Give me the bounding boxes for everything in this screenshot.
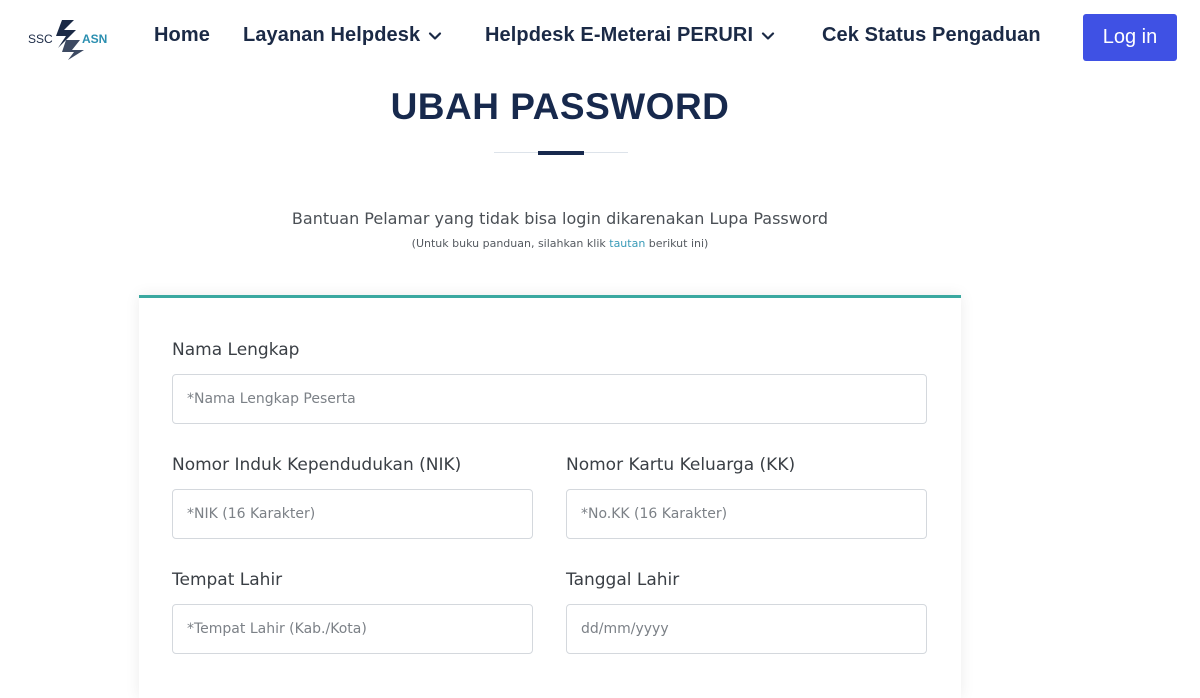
tanggal-lahir-label: Tanggal Lahir bbox=[566, 570, 680, 590]
kk-input[interactable] bbox=[566, 489, 927, 539]
tempat-lahir-label: Tempat Lahir bbox=[172, 570, 283, 590]
guide-note-suffix: berikut ini) bbox=[645, 237, 709, 250]
navbar: SSC ASN Home Layanan Helpdesk Helpdesk E… bbox=[0, 0, 1200, 78]
chevron-down-icon bbox=[429, 31, 442, 40]
logo-mark-icon: SSC ASN bbox=[28, 20, 107, 60]
guide-link[interactable]: tautan bbox=[609, 237, 645, 250]
reset-password-form: Nama Lengkap Nomor Induk Kependudukan (N… bbox=[139, 295, 961, 698]
title-divider bbox=[494, 151, 628, 155]
guide-note: (Untuk buku panduan, silahkan klik tauta… bbox=[0, 237, 1120, 250]
nav-layanan-label: Layanan Helpdesk bbox=[243, 24, 421, 46]
nav-meterai-label: Helpdesk E-Meterai PERURI bbox=[485, 24, 754, 46]
tempat-lahir-input[interactable] bbox=[172, 604, 533, 654]
nama-lengkap-input[interactable] bbox=[172, 374, 927, 424]
logo-text-right: ASN bbox=[82, 32, 107, 46]
tanggal-lahir-input[interactable] bbox=[566, 604, 927, 654]
sscasn-logo[interactable]: SSC ASN bbox=[28, 16, 110, 60]
logo-text-left: SSC bbox=[28, 32, 53, 46]
guide-note-prefix: (Untuk buku panduan, silahkan klik bbox=[411, 237, 610, 250]
nav-cek-status-pengaduan[interactable]: Cek Status Pengaduan bbox=[822, 24, 1041, 47]
login-button[interactable]: Log in bbox=[1083, 14, 1177, 61]
nav-cek-label: Cek Status Pengaduan bbox=[822, 24, 1041, 46]
nav-home[interactable]: Home bbox=[154, 24, 210, 47]
nav-helpdesk-emeterai[interactable]: Helpdesk E-Meterai PERURI bbox=[485, 24, 775, 47]
nik-label: Nomor Induk Kependudukan (NIK) bbox=[172, 455, 462, 475]
chevron-down-icon bbox=[762, 31, 775, 40]
kk-label: Nomor Kartu Keluarga (KK) bbox=[566, 455, 796, 475]
nik-input[interactable] bbox=[172, 489, 533, 539]
nama-lengkap-label: Nama Lengkap bbox=[172, 340, 300, 360]
nav-home-label: Home bbox=[154, 24, 210, 46]
page-title: UBAH PASSWORD bbox=[390, 86, 730, 127]
page-subtitle: Bantuan Pelamar yang tidak bisa login di… bbox=[291, 209, 829, 228]
nav-layanan-helpdesk[interactable]: Layanan Helpdesk bbox=[243, 24, 442, 47]
divider-accent-line bbox=[538, 151, 584, 155]
